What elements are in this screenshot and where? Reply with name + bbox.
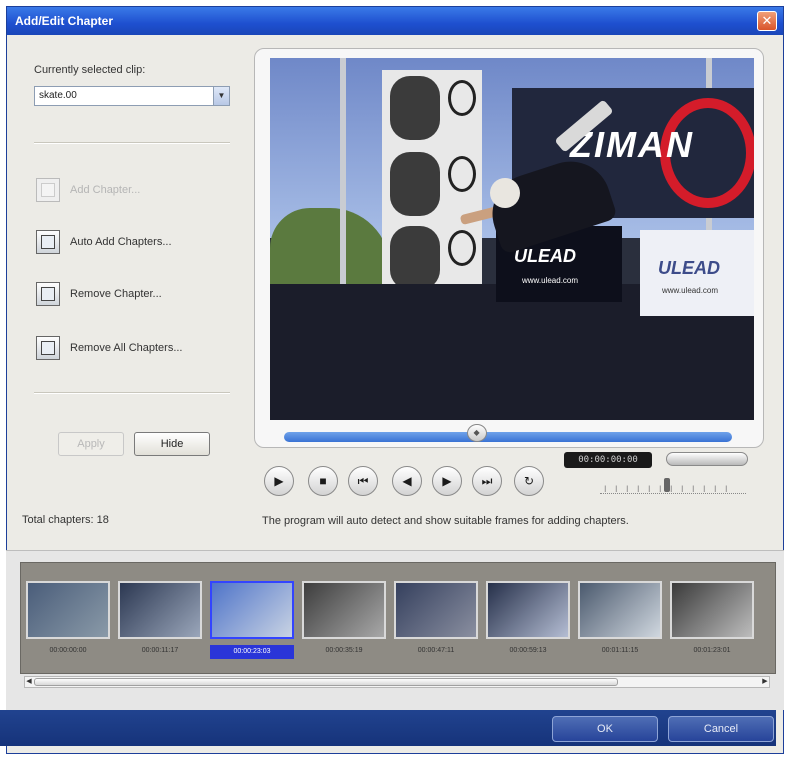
remove-all-chapters-label: Remove All Chapters... bbox=[70, 342, 183, 354]
stop-button[interactable]: ■ bbox=[308, 466, 338, 496]
thumbnail-image bbox=[580, 583, 660, 637]
chevron-down-icon[interactable]: ▼ bbox=[213, 87, 229, 105]
chapter-thumbnail[interactable] bbox=[670, 581, 754, 639]
remove-all-chapters-icon bbox=[36, 336, 60, 360]
remove-chapter-label: Remove Chapter... bbox=[70, 288, 162, 300]
remove-chapter-button[interactable]: Remove Chapter... bbox=[36, 280, 162, 308]
footer-bar bbox=[0, 710, 776, 746]
volume-slider[interactable] bbox=[666, 452, 748, 466]
chapter-thumbnail[interactable] bbox=[486, 581, 570, 639]
window-title: Add/Edit Chapter bbox=[7, 7, 783, 35]
chapter-thumbnail[interactable] bbox=[26, 581, 110, 639]
play-button[interactable]: ▶ bbox=[264, 466, 294, 496]
remove-all-chapters-button[interactable]: Remove All Chapters... bbox=[36, 334, 183, 362]
scrubber-track[interactable] bbox=[284, 432, 732, 442]
scrubber-handle[interactable]: ◆ bbox=[466, 424, 487, 442]
scroll-right-icon[interactable]: ▶ bbox=[760, 676, 770, 688]
total-chapters: Total chapters: 18 bbox=[22, 514, 109, 526]
chapter-thumbnail[interactable] bbox=[118, 581, 202, 639]
clip-select-value: skate.00 bbox=[39, 90, 77, 101]
video-poster bbox=[382, 70, 482, 298]
ok-button[interactable]: OK bbox=[552, 716, 658, 742]
cancel-button[interactable]: Cancel bbox=[668, 716, 774, 742]
video-preview: ZIMAN ULEAD www.ulead.com ULEAD www.ulea… bbox=[270, 58, 754, 420]
thumbnail-image bbox=[488, 583, 568, 637]
chapter-thumbnail[interactable] bbox=[210, 581, 294, 639]
divider bbox=[34, 142, 230, 144]
next-frame-button[interactable]: ▶ bbox=[432, 466, 462, 496]
poster-logo bbox=[448, 156, 476, 192]
thumbnail-timecode: 00:00:59:13 bbox=[509, 647, 547, 654]
poster-logo bbox=[448, 230, 476, 266]
jog-bar[interactable]: I I I I I I I I I I I I bbox=[600, 474, 746, 494]
poster-logo bbox=[448, 80, 476, 116]
remove-chapter-icon bbox=[36, 282, 60, 306]
clip-label: Currently selected clip: bbox=[34, 64, 146, 76]
repeat-button[interactable]: ↻ bbox=[514, 466, 544, 496]
thumbnail-image bbox=[396, 583, 476, 637]
thumbnail-image bbox=[212, 583, 292, 637]
auto-add-chapters-icon bbox=[36, 230, 60, 254]
add-chapter-button[interactable]: Add Chapter... bbox=[36, 176, 140, 204]
thumbnail-image bbox=[120, 583, 200, 637]
auto-add-chapters-button[interactable]: Auto Add Chapters... bbox=[36, 228, 172, 256]
banner-ulead-white-url: www.ulead.com bbox=[662, 286, 719, 295]
jog-handle[interactable] bbox=[664, 478, 670, 492]
video-pole bbox=[340, 58, 346, 318]
thumbnail-timecode: 00:00:11:17 bbox=[141, 647, 179, 654]
poster-face bbox=[390, 226, 440, 290]
divider bbox=[34, 392, 230, 394]
scroll-left-icon[interactable]: ◀ bbox=[24, 676, 34, 688]
poster-face bbox=[390, 152, 440, 216]
banner-ulead-url: www.ulead.com bbox=[522, 276, 579, 285]
add-chapter-icon bbox=[36, 178, 60, 202]
timecode-display[interactable]: 00:00:00:00 bbox=[564, 452, 652, 468]
thumbnail-timecode: 00:00:23:03 bbox=[210, 645, 294, 659]
end-button[interactable]: ⏭ bbox=[472, 466, 502, 496]
thumbnail-timecode: 00:00:47:11 bbox=[417, 647, 455, 654]
chapter-thumbnail[interactable] bbox=[394, 581, 478, 639]
previous-frame-button[interactable]: ◀ bbox=[392, 466, 422, 496]
banner-ulead-text: ULEAD bbox=[514, 246, 576, 266]
thumbnail-timecode: 00:00:00:00 bbox=[49, 647, 87, 654]
close-icon[interactable]: ✕ bbox=[757, 11, 777, 31]
video-skater-head bbox=[490, 178, 520, 208]
apply-button[interactable]: Apply bbox=[58, 432, 124, 456]
chapter-thumbnail[interactable] bbox=[578, 581, 662, 639]
thumbnail-image bbox=[304, 583, 384, 637]
banner-ulead-white-text: ULEAD bbox=[658, 258, 720, 278]
filmstrip-scrollbar-thumb[interactable] bbox=[34, 678, 618, 686]
hint-text: The program will auto detect and show su… bbox=[262, 515, 629, 527]
thumbnail-image bbox=[672, 583, 752, 637]
chapter-thumbnail[interactable] bbox=[302, 581, 386, 639]
thumbnail-timecode: 00:01:23:01 bbox=[693, 647, 731, 654]
poster-face bbox=[390, 76, 440, 140]
thumbnail-timecode: 00:00:35:19 bbox=[325, 647, 363, 654]
auto-add-chapters-label: Auto Add Chapters... bbox=[70, 236, 172, 248]
home-button[interactable]: ⏮ bbox=[348, 466, 378, 496]
thumbnail-timecode: 00:01:11:15 bbox=[601, 647, 639, 654]
clip-select[interactable]: skate.00 ▼ bbox=[34, 86, 230, 106]
add-chapter-label: Add Chapter... bbox=[70, 184, 141, 196]
thumbnail-image bbox=[28, 583, 108, 637]
hide-button[interactable]: Hide bbox=[134, 432, 210, 456]
